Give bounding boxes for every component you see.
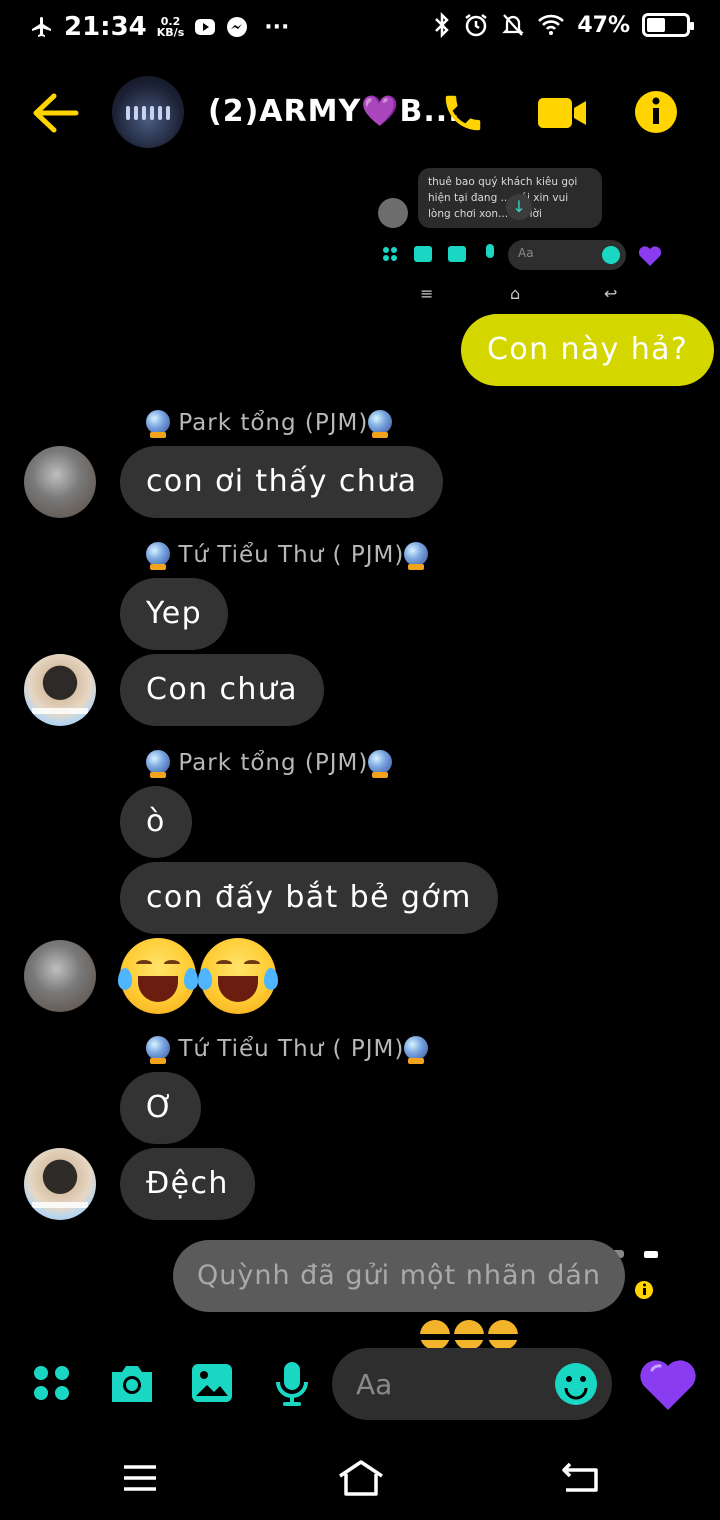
my-message[interactable]: Con này hả? (461, 314, 715, 386)
avatar[interactable] (24, 1148, 96, 1220)
crystal-ball-icon (404, 542, 429, 570)
message-input[interactable] (356, 1364, 536, 1404)
message-bubble[interactable]: ò (120, 786, 192, 858)
mic-icon[interactable] (272, 1360, 312, 1408)
crystal-ball-icon (146, 750, 170, 778)
airplane-icon (32, 17, 51, 37)
info-icon[interactable] (634, 90, 678, 134)
network-speed: 0.2 KB/s (156, 15, 185, 39)
gallery-icon[interactable] (190, 1360, 234, 1406)
chat-header: (2)ARMY💜B... (0, 72, 720, 156)
apps-icon[interactable] (32, 1360, 72, 1406)
crystal-ball-icon (368, 410, 393, 438)
thumb-avatar (378, 198, 408, 228)
emoji-icon[interactable] (554, 1362, 598, 1406)
system-navbar (0, 1440, 720, 1520)
mute-icon (502, 14, 525, 36)
more-notifications: ··· (264, 14, 290, 40)
crystal-ball-icon (146, 542, 170, 570)
wifi-icon (538, 14, 565, 35)
video-icon[interactable] (536, 90, 588, 136)
bluetooth-icon (435, 12, 450, 38)
battery-percent: 47% (577, 12, 630, 38)
clock: 21:34 (64, 12, 147, 42)
battery-icon (642, 13, 694, 37)
group-avatar[interactable] (112, 76, 184, 148)
sender-name: Tứ Tiểu Thư ( PJM) (146, 1036, 429, 1064)
chat-title[interactable]: (2)ARMY💜B... (208, 94, 461, 129)
crystal-ball-icon (368, 750, 393, 778)
sender-name: Park tổng (PJM) (146, 410, 393, 438)
message-bubble[interactable]: Con chưa (120, 654, 324, 726)
return-icon[interactable] (560, 1458, 600, 1498)
thumb-placeholder: Aa (518, 246, 534, 260)
composer-bar (0, 1340, 720, 1430)
download-icon[interactable]: ↓ (506, 194, 532, 220)
thumb-navbar: ≡ ⌂ ↩ (420, 284, 618, 303)
message-bubble[interactable]: Ơ (120, 1072, 201, 1144)
sender-name: Tứ Tiểu Thư ( PJM) (146, 542, 429, 570)
avatar[interactable] (24, 654, 96, 726)
sticker-notice: Quỳnh đã gửi một nhãn dán (173, 1240, 626, 1312)
message-bubble[interactable]: Đệch (120, 1148, 255, 1220)
crystal-ball-icon (146, 410, 170, 438)
heart-icon[interactable] (636, 1352, 700, 1412)
message-input-container[interactable] (332, 1348, 612, 1420)
laughing-emoji[interactable] (118, 938, 198, 1014)
avatar[interactable] (24, 446, 96, 518)
crystal-ball-icon (404, 1036, 429, 1064)
crystal-ball-icon (146, 1036, 170, 1064)
back-arrow-icon[interactable] (30, 90, 82, 136)
laughing-emoji[interactable] (198, 938, 278, 1014)
alarm-icon (465, 14, 488, 37)
status-bar: 21:34 0.2 KB/s ··· 47% (0, 0, 720, 56)
youtube-icon (195, 19, 216, 35)
menu-icon[interactable] (120, 1458, 160, 1498)
home-icon[interactable] (336, 1458, 386, 1498)
sender-name: Park tổng (PJM) (146, 750, 393, 778)
message-bubble[interactable]: con đấy bắt bẻ gớm (120, 862, 498, 934)
avatar[interactable] (24, 940, 96, 1012)
messenger-icon (227, 17, 248, 37)
camera-icon[interactable] (108, 1360, 156, 1406)
shared-screenshot[interactable]: thuê bao quý khách kiêu gọi hiện tại đan… (372, 164, 672, 314)
message-bubble[interactable]: con ơi thấy chưa (120, 446, 444, 518)
phone-icon[interactable] (440, 90, 486, 136)
message-bubble[interactable]: Yep (120, 578, 229, 650)
faded-emoji-row (420, 1318, 520, 1350)
